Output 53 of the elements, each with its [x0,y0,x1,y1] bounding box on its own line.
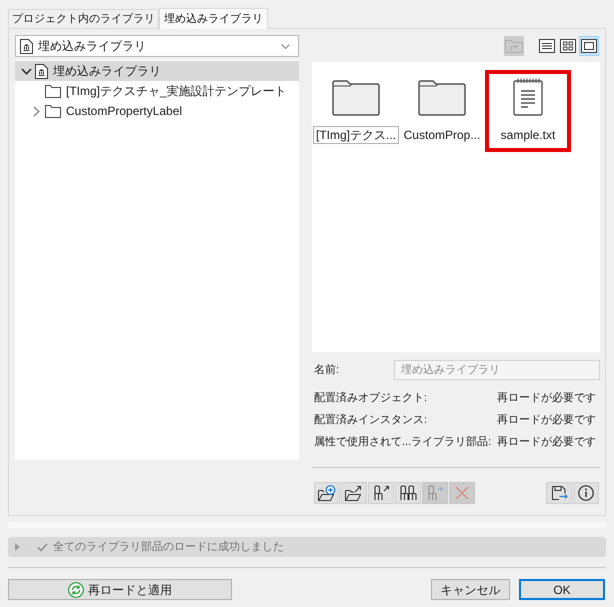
export-object-button[interactable] [368,482,394,504]
library-dropdown[interactable]: 埋め込みライブラリ [15,35,299,57]
tree-item[interactable]: CustomPropertyLabel [15,101,299,121]
folder-icon [45,104,61,118]
reload-apply-button[interactable]: 再ロードと適用 [8,579,232,600]
floppy-disk-icon [550,485,568,501]
folder-icon[interactable] [332,80,380,116]
objects-button[interactable] [395,482,421,504]
folder-icon[interactable] [418,80,466,116]
save-button[interactable] [546,482,572,504]
open-folder-button[interactable] [341,482,367,504]
property-label: 属性で使用されて...ライブラリ部品: [314,434,492,450]
text-file-icon[interactable] [513,78,543,116]
info-button[interactable] [573,482,599,504]
chevron-down-icon[interactable] [20,68,32,74]
property-label: 配置済みインスタンス: [314,412,428,428]
tab[interactable]: プロジェクト内のライブラリ [8,9,159,28]
property-value: 再ロードが必要です [497,434,596,450]
grid-view-button[interactable] [558,36,578,56]
file-name: [TImg]テクス... [313,126,400,144]
folder-plus-icon [318,485,336,501]
cancel-button[interactable]: キャンセル [431,579,510,600]
tab[interactable]: 埋め込みライブラリ [159,8,268,29]
list-view-icon [539,39,555,53]
name-label: 名前: [313,362,340,378]
close-icon [455,486,469,500]
file-name: CustomProp... [402,127,482,144]
library-icon [35,64,48,78]
folder-arrow-icon [505,39,523,53]
folder-arrow-icon [345,485,363,501]
chair-arrow-icon [426,485,444,501]
list-view-button[interactable] [537,36,557,56]
folder-icon [45,84,61,98]
ok-button[interactable]: OK [519,579,605,600]
add-folder-button[interactable] [314,482,340,504]
info-icon [578,485,594,501]
reload-icon [68,582,84,598]
check-icon [37,542,48,552]
property-label: 配置済みオブジェクト: [314,390,428,406]
square-view-icon [581,39,597,53]
tree-item[interactable]: 埋め込みライブラリ [15,61,299,81]
property-value: 再ロードが必要です [497,390,596,406]
large-icon-view-button[interactable] [579,36,599,56]
property-value: 再ロードが必要です [497,412,596,428]
library-icon [20,38,33,54]
chevron-right-icon[interactable] [32,106,40,116]
dropdown-caret-icon [281,44,290,48]
tree-item[interactable]: [TImg]テクスチャ_実施設計テンプレート [15,81,299,101]
file-name: sample.txt [500,127,556,144]
two-chairs-icon [399,485,417,501]
status-message: 全てのライブラリ部品のロードに成功しました [53,540,284,555]
chair-arrow-icon [372,485,390,501]
grid-view-icon [560,39,576,53]
